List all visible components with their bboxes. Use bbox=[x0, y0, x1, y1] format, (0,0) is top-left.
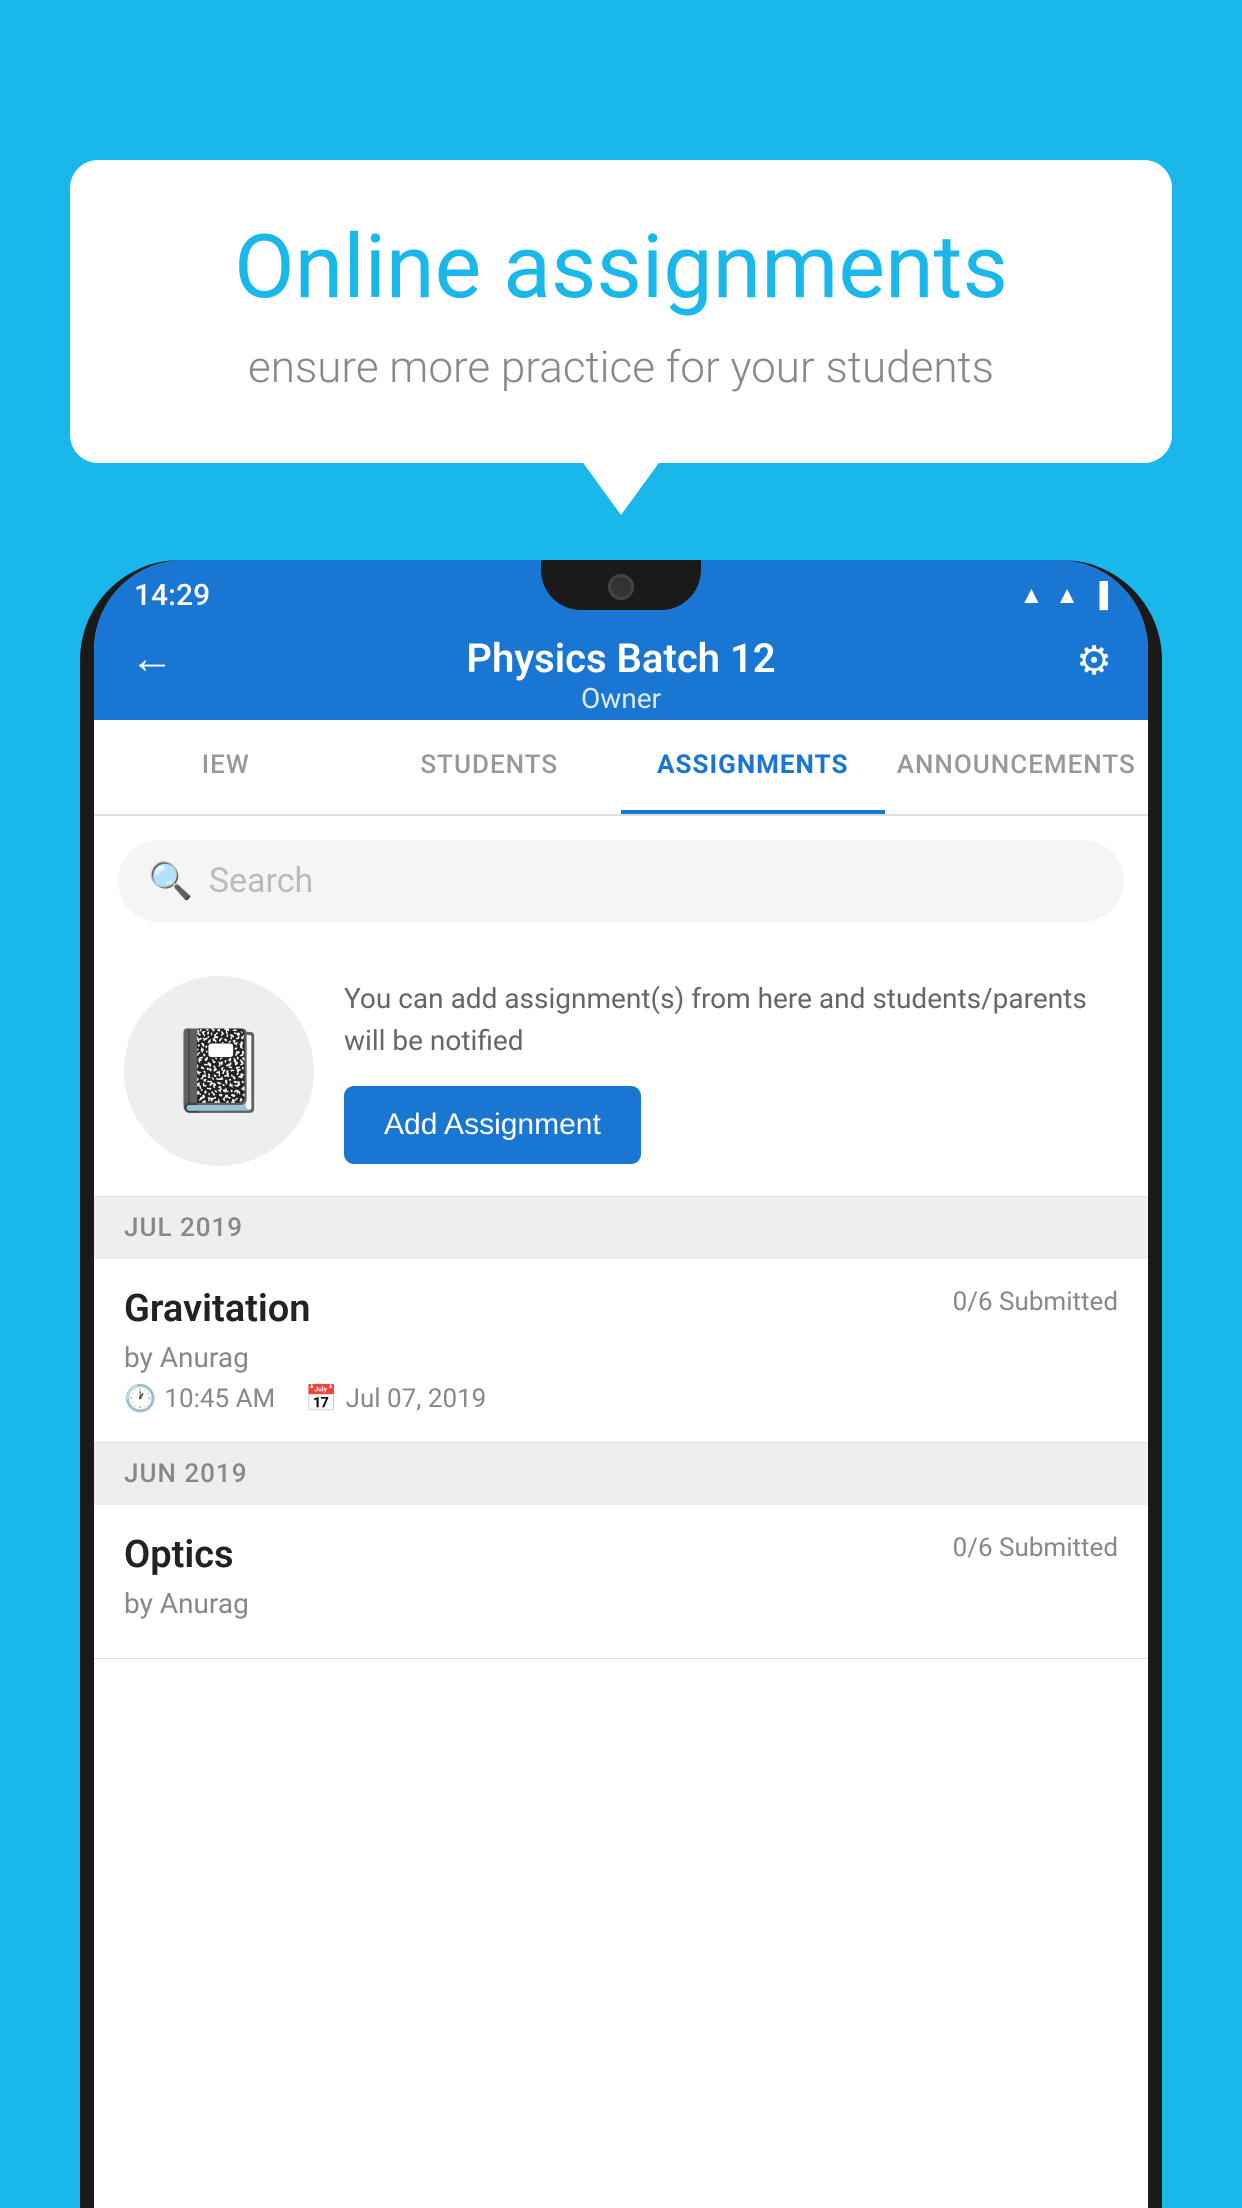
assignment-title-gravitation: Gravitation bbox=[124, 1287, 311, 1331]
calendar-icon: 📅 bbox=[305, 1384, 337, 1414]
phone-notch bbox=[541, 560, 701, 610]
promo-text-area: You can add assignment(s) from here and … bbox=[344, 978, 1118, 1164]
speech-bubble-subtitle: ensure more practice for your students bbox=[140, 341, 1102, 393]
app-header-subtitle: Owner bbox=[581, 682, 661, 715]
assignment-item-optics[interactable]: Optics 0/6 Submitted by Anurag bbox=[94, 1505, 1148, 1659]
assignment-item-gravitation[interactable]: Gravitation 0/6 Submitted by Anurag 🕐 10… bbox=[94, 1259, 1148, 1443]
clock-icon: 🕐 bbox=[124, 1384, 156, 1414]
promo-icon-circle: 📓 bbox=[124, 976, 314, 1166]
assignment-date-value: Jul 07, 2019 bbox=[346, 1384, 487, 1414]
tab-students[interactable]: STUDENTS bbox=[358, 720, 622, 814]
assignment-title-optics: Optics bbox=[124, 1533, 234, 1577]
section-header-jun: JUN 2019 bbox=[94, 1443, 1148, 1505]
settings-icon[interactable]: ⚙ bbox=[1076, 637, 1112, 684]
section-header-jul: JUL 2019 bbox=[94, 1197, 1148, 1259]
status-time: 14:29 bbox=[134, 578, 210, 613]
camera-icon bbox=[608, 574, 634, 600]
tab-announcements[interactable]: ANNOUNCEMENTS bbox=[885, 720, 1149, 814]
search-input[interactable]: Search bbox=[209, 861, 313, 901]
tab-assignments[interactable]: ASSIGNMENTS bbox=[621, 720, 885, 814]
assignment-meta-gravitation: 🕐 10:45 AM 📅 Jul 07, 2019 bbox=[124, 1384, 1118, 1414]
app-screen: 14:29 ▲ ▲ ▐ ← Physics Batch 12 Owner ⚙ I… bbox=[94, 560, 1148, 2208]
assignment-time-value: 10:45 AM bbox=[164, 1384, 275, 1414]
status-icons: ▲ ▲ ▐ bbox=[1019, 581, 1108, 610]
speech-bubble-title: Online assignments bbox=[140, 220, 1102, 317]
assignment-time: 🕐 10:45 AM bbox=[124, 1384, 275, 1414]
back-button[interactable]: ← bbox=[130, 632, 174, 684]
battery-icon: ▐ bbox=[1091, 581, 1108, 610]
add-assignment-promo: 📓 You can add assignment(s) from here an… bbox=[94, 946, 1148, 1197]
assignment-by-optics: by Anurag bbox=[124, 1587, 1118, 1620]
app-header-title: Physics Batch 12 bbox=[466, 635, 775, 682]
promo-description: You can add assignment(s) from here and … bbox=[344, 978, 1118, 1062]
search-bar[interactable]: 🔍 Search bbox=[118, 840, 1124, 922]
add-assignment-button[interactable]: Add Assignment bbox=[344, 1086, 641, 1164]
search-icon: 🔍 bbox=[148, 860, 193, 902]
assignment-submitted-gravitation: 0/6 Submitted bbox=[953, 1287, 1118, 1317]
notebook-icon: 📓 bbox=[169, 1024, 269, 1118]
signal-icon: ▲ bbox=[1055, 581, 1079, 610]
tab-iew[interactable]: IEW bbox=[94, 720, 358, 814]
phone-mockup: 14:29 ▲ ▲ ▐ ← Physics Batch 12 Owner ⚙ I… bbox=[80, 560, 1162, 2208]
tab-bar: IEW STUDENTS ASSIGNMENTS ANNOUNCEMENTS bbox=[94, 720, 1148, 816]
assignment-date: 📅 Jul 07, 2019 bbox=[305, 1384, 486, 1414]
assignment-by-gravitation: by Anurag bbox=[124, 1341, 1118, 1374]
assignment-submitted-optics: 0/6 Submitted bbox=[953, 1533, 1118, 1563]
wifi-icon: ▲ bbox=[1019, 581, 1043, 610]
speech-bubble-card: Online assignments ensure more practice … bbox=[70, 160, 1172, 463]
